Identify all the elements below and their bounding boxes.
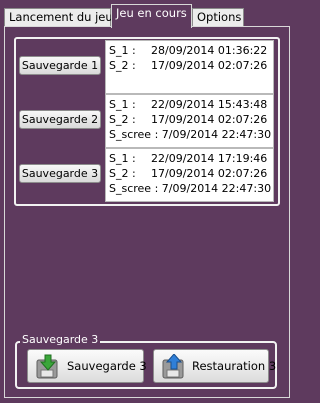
slot-3-info: S_1 : 22/09/2014 17:19:46 S_2 : 17/09/2014… <box>105 148 274 202</box>
slot-2-info: S_1 : 22/09/2014 15:43:48 S_2 : 17/09/2014… <box>105 94 274 148</box>
info-value: 22/09/2014 15:43:48 <box>151 98 268 111</box>
sauvegarde-2-button[interactable]: Sauvegarde 2 <box>19 110 101 129</box>
info-key: S_scree : <box>109 128 159 141</box>
restauration-3-button[interactable]: Restauration 3 <box>153 349 276 383</box>
info-line: S_1 : 22/09/2014 17:19:46 <box>109 151 273 166</box>
info-line: S_2 : 17/09/2014 02:07:26 <box>109 58 273 73</box>
save-slot-2: Sauvegarde 2 S_1 : 22/09/2014 15:43:48 S_… <box>19 94 274 148</box>
info-key: S_2 : <box>109 167 136 180</box>
sauvegarde-3-button[interactable]: Sauvegarde 3 <box>19 164 101 183</box>
info-value: 17/09/2014 02:07:26 <box>151 167 268 180</box>
info-value: 7/09/2014 22:47:30 <box>161 128 272 141</box>
slot-1-info: S_1 : 28/09/2014 01:36:22 S_2 : 17/09/2014… <box>105 40 274 94</box>
info-line: S_2 : 17/09/2014 02:07:26 <box>109 112 273 127</box>
save-slot-1: Sauvegarde 1 S_1 : 28/09/2014 01:36:22 S_… <box>19 40 274 94</box>
info-line: S_2 : 17/09/2014 02:07:26 <box>109 166 273 181</box>
info-value: 7/09/2014 22:47:30 <box>161 182 272 195</box>
info-line: S_scree : 7/09/2014 22:47:30 <box>109 181 273 196</box>
download-disk-icon <box>36 354 58 379</box>
info-line: S_1 : 28/09/2014 01:36:22 <box>109 43 273 58</box>
sauvegarde-3-save-button[interactable]: Sauvegarde 3 <box>27 349 147 383</box>
info-key: S_2 : <box>109 59 136 72</box>
tab-options[interactable]: Options <box>192 8 244 26</box>
info-key: S_scree : <box>109 182 159 195</box>
restore-button-label: Restauration 3 <box>192 359 277 373</box>
info-line: S_scree : 7/09/2014 22:47:30 <box>109 127 273 142</box>
info-value: 22/09/2014 17:19:46 <box>151 152 268 165</box>
info-key: S_1 : <box>109 152 136 165</box>
upload-disk-icon <box>162 354 184 379</box>
info-line: S_1 : 22/09/2014 15:43:48 <box>109 97 273 112</box>
info-value: 17/09/2014 02:07:26 <box>151 59 268 72</box>
info-key: S_2 : <box>109 113 136 126</box>
group-title: Sauvegarde 3 <box>20 333 101 346</box>
tab-jeu-en-cours[interactable]: Jeu en cours <box>111 4 192 28</box>
save-slot-3: Sauvegarde 3 S_1 : 22/09/2014 17:19:46 S_… <box>19 148 274 202</box>
info-value: 17/09/2014 02:07:26 <box>151 113 268 126</box>
sauvegarde-1-button[interactable]: Sauvegarde 1 <box>19 56 101 75</box>
save-button-label: Sauvegarde 3 <box>67 359 147 373</box>
info-value: 28/09/2014 01:36:22 <box>151 44 268 57</box>
info-key: S_1 : <box>109 44 136 57</box>
tab-lancement-du-jeu[interactable]: Lancement du jeu <box>4 8 113 26</box>
info-key: S_1 : <box>109 98 136 111</box>
